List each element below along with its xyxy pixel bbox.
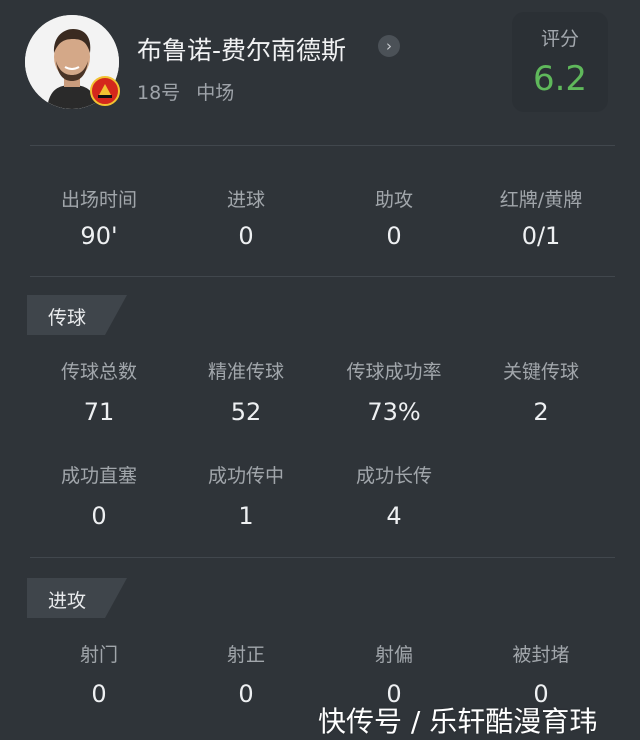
- stat-label-assists: 助攻: [374, 189, 413, 211]
- rating-box: 评分 6.2: [512, 12, 608, 112]
- stat-label-total-passes: 传球总数: [60, 361, 137, 383]
- player-position: 中场: [196, 82, 235, 104]
- section-title: 进攻: [48, 590, 87, 612]
- stat-label-long-balls: 成功长传: [355, 465, 432, 487]
- stat-value-shots-on-target: 0: [238, 680, 254, 708]
- stat-label-minutes: 出场时间: [60, 189, 137, 211]
- player-number: 18号: [137, 82, 181, 104]
- stat-label-key-passes: 关键传球: [502, 361, 579, 383]
- player-name: 布鲁诺-费尔南德斯: [137, 36, 347, 65]
- section-tag-passing: 传球: [27, 295, 127, 335]
- stat-label-goals: 进球: [226, 189, 265, 211]
- club-badge-icon: [90, 76, 120, 106]
- stat-value-key-passes: 2: [533, 398, 549, 426]
- stat-value-minutes: 90': [80, 222, 118, 250]
- stat-label-blocked: 被封堵: [512, 644, 570, 666]
- stat-value-through-balls: 0: [91, 502, 107, 530]
- player-header: 布鲁诺-费尔南德斯 › 18号 中场 评分 6.2: [0, 0, 640, 140]
- stat-label-shots-on-target: 射正: [226, 644, 265, 666]
- section-title: 传球: [48, 307, 87, 329]
- stat-value-crosses: 1: [238, 502, 254, 530]
- stat-label-shots: 射门: [79, 644, 118, 666]
- divider: [30, 145, 615, 146]
- stat-label-shots-off-target: 射偏: [374, 644, 413, 666]
- watermark: 快传号 / 乐轩酷漫育玮: [318, 705, 598, 738]
- divider: [30, 557, 615, 558]
- stat-value-total-passes: 71: [83, 398, 115, 426]
- stat-value-cards: 0/1: [521, 222, 561, 250]
- stat-label-crosses: 成功传中: [207, 465, 284, 487]
- stat-label-pass-rate: 传球成功率: [346, 361, 442, 383]
- stat-label-cards: 红牌/黄牌: [499, 189, 583, 211]
- stat-value-shots: 0: [91, 680, 107, 708]
- stat-value-accurate-passes: 52: [230, 398, 262, 426]
- stat-value-goals: 0: [238, 222, 254, 250]
- chevron-right-icon[interactable]: ›: [378, 35, 400, 57]
- rating-value: 6.2: [532, 59, 588, 99]
- rating-label: 评分: [540, 28, 579, 50]
- stat-label-accurate-passes: 精准传球: [207, 361, 284, 383]
- stat-label-through-balls: 成功直塞: [60, 465, 137, 487]
- stat-value-pass-rate: 73%: [367, 398, 421, 426]
- section-tag-attack: 进攻: [27, 578, 127, 618]
- divider: [30, 276, 615, 277]
- player-meta: 18号 中场: [137, 78, 234, 105]
- stat-value-assists: 0: [386, 222, 402, 250]
- stat-value-long-balls: 4: [386, 502, 402, 530]
